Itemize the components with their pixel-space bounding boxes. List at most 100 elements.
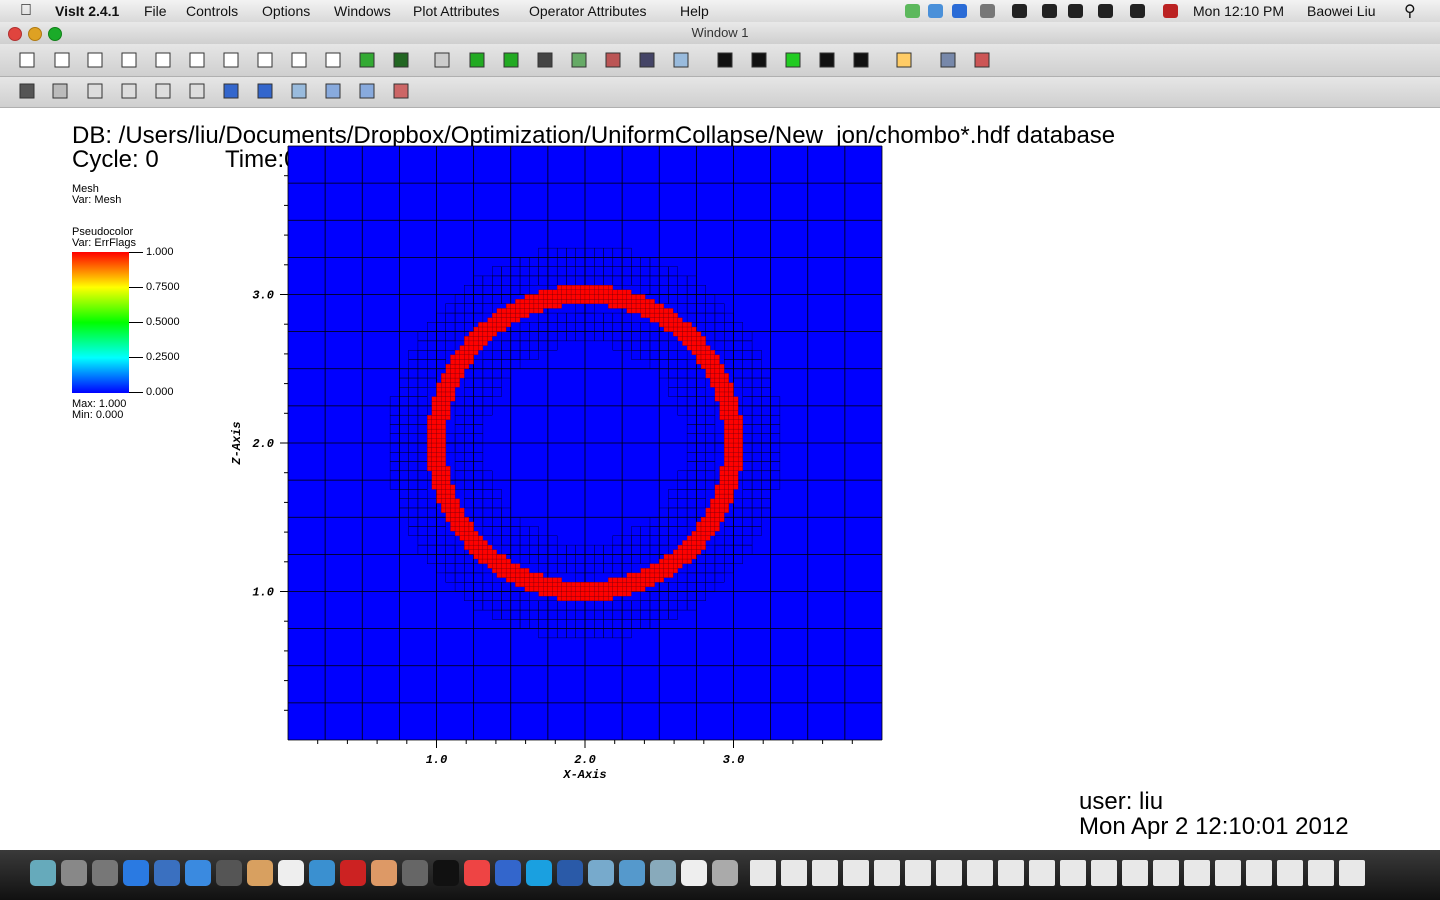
launchpad-icon[interactable]	[61, 860, 87, 886]
mesh-pseudocolor-plot[interactable]: 1.0 2.0 3.0 1.0 2.0 3.0 X-Axis Z-Axis	[220, 138, 900, 788]
time-machine-icon[interactable]	[980, 4, 995, 18]
select-button[interactable]	[15, 49, 39, 71]
layout-2x2-button[interactable]	[219, 49, 243, 71]
animation-stop-button[interactable]	[747, 49, 771, 71]
calendar-icon[interactable]	[278, 860, 304, 886]
pick-tool-button[interactable]	[219, 80, 243, 102]
clone-window-button[interactable]	[83, 49, 107, 71]
query-button[interactable]	[936, 49, 960, 71]
camera-button[interactable]	[465, 49, 489, 71]
menu-controls[interactable]: Controls	[186, 3, 238, 19]
save-image-button[interactable]	[499, 49, 523, 71]
recover-button[interactable]	[601, 49, 625, 71]
minimized-window-thumbnail[interactable]	[1153, 860, 1179, 886]
menu-plot-attributes[interactable]: Plot Attributes	[413, 3, 499, 19]
menu-help[interactable]: Help	[680, 3, 709, 19]
minimized-window-thumbnail[interactable]	[1091, 860, 1117, 886]
xcode-icon[interactable]	[619, 860, 645, 886]
facetime-icon[interactable]	[216, 860, 242, 886]
battery-icon[interactable]	[1130, 4, 1145, 18]
line-tool-button[interactable]	[253, 80, 277, 102]
minimized-window-thumbnail[interactable]	[843, 860, 869, 886]
lineout-button[interactable]	[970, 49, 994, 71]
spotlight-icon[interactable]: ⚲	[1404, 1, 1416, 21]
minimized-window-thumbnail[interactable]	[812, 860, 838, 886]
preview-icon[interactable]	[154, 860, 180, 886]
minimized-window-thumbnail[interactable]	[1215, 860, 1241, 886]
dvd-icon[interactable]	[402, 860, 428, 886]
flag-icon[interactable]	[1163, 4, 1178, 18]
safari-icon[interactable]	[185, 860, 211, 886]
minimized-window-thumbnail[interactable]	[781, 860, 807, 886]
plus-z-button[interactable]	[83, 80, 107, 102]
apple-icon[interactable]: 	[20, 2, 32, 20]
plus-n-button[interactable]	[117, 80, 141, 102]
minimized-window-thumbnail[interactable]	[936, 860, 962, 886]
lock-view-button[interactable]	[355, 49, 379, 71]
skype-icon[interactable]	[526, 860, 552, 886]
menu-windows[interactable]: Windows	[334, 3, 391, 19]
animation-play-button[interactable]	[781, 49, 805, 71]
minimized-window-thumbnail[interactable]	[905, 860, 931, 886]
itunes-icon[interactable]	[309, 860, 335, 886]
minimized-window-thumbnail[interactable]	[874, 860, 900, 886]
word-icon[interactable]	[557, 860, 583, 886]
box-view-button[interactable]	[430, 49, 454, 71]
animation-back-button[interactable]	[713, 49, 737, 71]
minimized-window-thumbnail[interactable]	[1029, 860, 1055, 886]
minimized-window-thumbnail[interactable]	[1308, 860, 1334, 886]
trash-icon[interactable]	[712, 860, 738, 886]
navigate-button[interactable]	[15, 80, 39, 102]
wifi-icon[interactable]	[1068, 4, 1083, 18]
layout-2x4-button[interactable]	[287, 49, 311, 71]
sphere-tool-button[interactable]	[355, 80, 379, 102]
app-store-icon[interactable]	[123, 860, 149, 886]
zoom-button[interactable]	[48, 80, 72, 102]
record-button[interactable]	[567, 49, 591, 71]
finder-icon[interactable]	[30, 860, 56, 886]
iphoto-icon[interactable]	[371, 860, 397, 886]
spin-button[interactable]	[389, 49, 413, 71]
print-button[interactable]	[533, 49, 557, 71]
slider-button[interactable]	[389, 80, 413, 102]
pick-button[interactable]	[892, 49, 916, 71]
ie-icon[interactable]	[495, 860, 521, 886]
clear-button[interactable]	[635, 49, 659, 71]
minimized-window-thumbnail[interactable]	[1277, 860, 1303, 886]
menubar-clock[interactable]: Mon 12:10 PM	[1193, 3, 1284, 19]
minimized-window-thumbnail[interactable]	[1060, 860, 1086, 886]
axes-button[interactable]	[185, 80, 209, 102]
plane-tool-button[interactable]	[287, 80, 311, 102]
folder-icon[interactable]	[650, 860, 676, 886]
minimized-window-thumbnail[interactable]	[1339, 860, 1365, 886]
layout-2x3-button[interactable]	[253, 49, 277, 71]
document-icon[interactable]	[681, 860, 707, 886]
chrome-icon[interactable]	[464, 860, 490, 886]
bluetooth-icon[interactable]	[1042, 4, 1057, 18]
minimized-window-thumbnail[interactable]	[1122, 860, 1148, 886]
minimized-window-thumbnail[interactable]	[967, 860, 993, 886]
minimized-window-thumbnail[interactable]	[750, 860, 776, 886]
visualization-window[interactable]: DB: /Users/liu/Documents/Dropbox/Optimiz…	[0, 108, 1440, 850]
layout-3x3-button[interactable]	[321, 49, 345, 71]
new-window-button[interactable]	[50, 49, 74, 71]
animation-first-button[interactable]	[669, 49, 693, 71]
menubar-user[interactable]: Baowei Liu	[1307, 3, 1376, 19]
menu-file[interactable]: File	[144, 3, 167, 19]
app-menu[interactable]: VisIt 2.4.1	[55, 3, 119, 19]
minimized-window-thumbnail[interactable]	[1246, 860, 1272, 886]
minimized-window-thumbnail[interactable]	[998, 860, 1024, 886]
box-tool-button[interactable]	[321, 80, 345, 102]
address-book-icon[interactable]	[247, 860, 273, 886]
photo-booth-icon[interactable]	[340, 860, 366, 886]
invert-bg-button[interactable]	[849, 49, 873, 71]
minimized-window-thumbnail[interactable]	[1184, 860, 1210, 886]
system-preferences-icon[interactable]	[92, 860, 118, 886]
menu-options[interactable]: Options	[262, 3, 310, 19]
dropbox-icon[interactable]	[928, 4, 943, 18]
volume-icon[interactable]	[1098, 4, 1113, 18]
visit-icon[interactable]	[588, 860, 614, 886]
layout-1x1-button[interactable]	[151, 49, 175, 71]
animation-last-button[interactable]	[815, 49, 839, 71]
evernote-icon[interactable]	[905, 4, 920, 18]
